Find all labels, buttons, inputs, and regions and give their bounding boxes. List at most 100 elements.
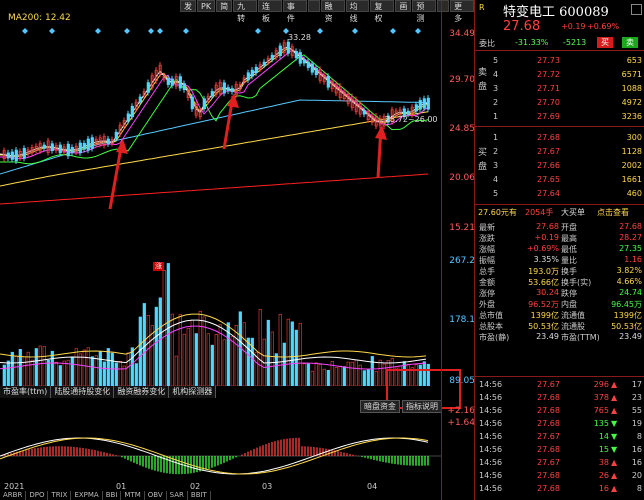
- toolbar-button[interactable]: 预测: [412, 0, 437, 23]
- event-marker-icon[interactable]: [148, 28, 154, 34]
- trade-links: 27.60元有 2054手 大买单 点击查看: [475, 206, 644, 219]
- month-label: 01: [116, 482, 127, 491]
- ask-row[interactable]: 2 27.70 4972: [475, 98, 644, 111]
- volume-bar: [210, 344, 214, 386]
- bid-row[interactable]: 3 27.66 2002: [475, 161, 644, 174]
- stat-row: 金额 53.66亿 换手(实) 4.66%: [475, 277, 644, 287]
- volume-bar: [234, 324, 238, 386]
- indicator-button[interactable]: 暗盘资金: [360, 400, 400, 413]
- flag-icon[interactable]: [631, 4, 642, 15]
- bid-volume: 1661: [621, 175, 642, 184]
- volume-bar: [346, 361, 350, 386]
- event-marker-icon[interactable]: [22, 28, 28, 34]
- event-marker-icon[interactable]: [157, 28, 163, 34]
- bottom-tab[interactable]: EXPMA: [71, 491, 103, 500]
- candle-body: [222, 82, 226, 94]
- volume-bar: [14, 355, 18, 386]
- volume-bar: [130, 347, 134, 386]
- indicator-button[interactable]: 指标说明: [402, 400, 442, 413]
- price-row: 27.68 +0.19 +0.69%: [475, 19, 644, 34]
- bottom-tab[interactable]: SAR: [167, 491, 188, 500]
- kline-chart-area[interactable]: 发 PK 简九转 连板 事件 融资 均线 复权画预测 更多 MA200: 12.42 33.28…: [0, 0, 475, 500]
- bottom-tab[interactable]: ARBR: [0, 491, 27, 500]
- price-axis-tick: 15.21: [449, 223, 475, 233]
- bid-row[interactable]: 4 27.65 1661: [475, 175, 644, 188]
- bottom-tab[interactable]: MTM: [121, 491, 145, 500]
- volume-svg[interactable]: [0, 258, 441, 386]
- ask-row[interactable]: 3 27.71 1088: [475, 84, 644, 97]
- bottom-tab[interactable]: DPO: [26, 491, 49, 500]
- volume-bar: [366, 369, 370, 386]
- bid-level: 3: [493, 161, 499, 170]
- bottom-tab[interactable]: BBI: [103, 491, 122, 500]
- stat-value: +0.19: [534, 233, 559, 242]
- chart-toolbar: 发 PK 简九转 连板 事件 融资 均线 复权画预测 更多: [180, 0, 475, 23]
- macd-svg[interactable]: [0, 420, 441, 482]
- event-marker-icon[interactable]: [124, 28, 130, 34]
- stat-value: 1399亿: [530, 311, 559, 320]
- ask-row[interactable]: 5 27.73 653: [475, 56, 644, 69]
- ask-row[interactable]: 1 27.69 3236: [475, 112, 644, 125]
- ask-price: 27.69: [537, 112, 560, 121]
- candle-body: [130, 105, 134, 118]
- event-marker-icon[interactable]: [95, 28, 101, 34]
- bottom-tab[interactable]: OBV: [145, 491, 167, 500]
- ask-row[interactable]: 4 27.72 6571: [475, 70, 644, 83]
- stat-value: 23.49: [536, 332, 559, 341]
- toolbar-button[interactable]: [307, 0, 320, 12]
- event-marker-icon[interactable]: [255, 28, 261, 34]
- bottom-tab[interactable]: BBIT: [188, 491, 211, 500]
- price-axis-tick: 20.06: [449, 173, 475, 183]
- candle-body: [210, 91, 214, 97]
- toolbar-button[interactable]: 九转: [233, 0, 257, 23]
- indicator-tab[interactable]: 陆股通持股变化: [51, 386, 115, 398]
- toolbar-button[interactable]: 连板: [257, 0, 282, 23]
- sell-button[interactable]: 卖: [622, 37, 638, 48]
- tick-volume: 26: [598, 471, 609, 480]
- volume-bar: [322, 368, 326, 386]
- buy-button[interactable]: 买: [597, 37, 613, 48]
- volume-bar: [78, 353, 82, 386]
- weibi-row: 委比 -31.33% -5213 买 卖: [475, 36, 644, 51]
- toolbar-button[interactable]: 简: [216, 0, 233, 12]
- bottom-tab[interactable]: TRIX: [48, 491, 72, 500]
- stat-row: 振幅 3.35% 量比 1.16: [475, 255, 644, 265]
- volume-axis-tick: 178.1: [449, 315, 475, 325]
- indicator-tab[interactable]: 市盈率(ttm): [0, 386, 52, 398]
- toolbar-button[interactable]: 均线: [345, 0, 370, 23]
- stat-key: 总市值: [479, 311, 503, 320]
- bid-volume: 300: [626, 133, 642, 142]
- event-marker-icon[interactable]: [415, 28, 421, 34]
- indicator-tab[interactable]: 机构探测器: [169, 386, 217, 398]
- stat-key: 最低: [561, 245, 577, 254]
- toolbar-button[interactable]: 画: [395, 0, 412, 12]
- price-kline-svg[interactable]: 33.28 25.72~26.00: [0, 14, 441, 258]
- event-marker-icon[interactable]: [317, 28, 323, 34]
- bid-row[interactable]: 2 27.67 1128: [475, 147, 644, 160]
- event-marker-icon[interactable]: [49, 28, 55, 34]
- bid-row[interactable]: 1 27.68 300: [475, 133, 644, 146]
- toolbar-button[interactable]: 发: [180, 0, 196, 12]
- toolbar-button[interactable]: PK: [197, 0, 216, 12]
- tick-time: 14:56: [479, 419, 503, 428]
- click-view-link[interactable]: 点击查看: [597, 207, 629, 218]
- candle-body: [106, 138, 110, 145]
- event-marker-icon[interactable]: [390, 28, 396, 34]
- volume-bar: [206, 333, 210, 386]
- ask-level: 5: [493, 56, 499, 65]
- bid-row[interactable]: 5 27.64 460: [475, 189, 644, 202]
- candle-body: [138, 96, 142, 103]
- indicator-tab[interactable]: 融资融券变化: [114, 386, 170, 398]
- tick-count: 16: [631, 458, 642, 467]
- volume-bar: [18, 349, 22, 386]
- toolbar-button[interactable]: 融资: [320, 0, 345, 23]
- candle-body: [306, 61, 310, 68]
- stat-key: 总股本: [479, 322, 503, 331]
- tick-volume: 16: [598, 484, 609, 493]
- market-tag: R: [479, 3, 485, 12]
- toolbar-button[interactable]: 复权: [370, 0, 395, 23]
- volume-bar: [242, 322, 246, 386]
- event-marker-icon[interactable]: [352, 28, 358, 34]
- toolbar-button[interactable]: 事件: [282, 0, 307, 23]
- event-marker-icon[interactable]: [183, 28, 189, 34]
